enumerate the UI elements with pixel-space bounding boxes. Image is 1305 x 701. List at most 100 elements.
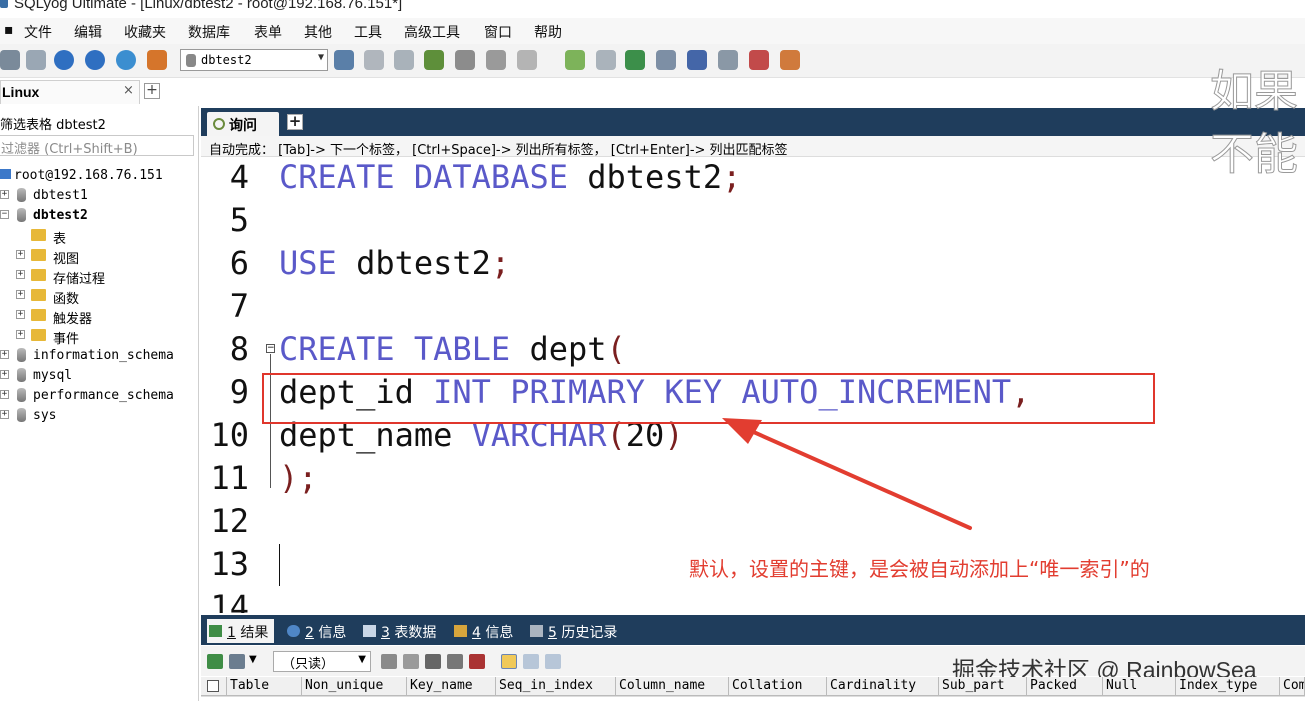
expand-icon[interactable]: + <box>16 330 25 339</box>
copy-icon[interactable] <box>229 654 245 669</box>
tree-item-functions[interactable]: + 函数 <box>0 286 199 307</box>
cancel-icon[interactable] <box>469 654 485 669</box>
tree-item-dbtest2[interactable]: − dbtest2 <box>0 206 199 226</box>
line-number: 12 <box>210 502 249 540</box>
profiler-icon[interactable] <box>718 50 738 70</box>
delete-icon[interactable] <box>447 654 463 669</box>
menu-item-help[interactable]: 帮助 <box>534 22 562 42</box>
export-icon[interactable] <box>207 654 223 669</box>
connection-tab[interactable]: Linux × <box>0 80 140 104</box>
tab-history[interactable]: 5 历史记录 <box>528 619 617 643</box>
close-icon[interactable]: × <box>123 83 134 98</box>
readonly-select[interactable]: （只读） ▼ <box>273 651 371 672</box>
tree-item-sys[interactable]: + sys <box>0 406 199 426</box>
new-database-icon[interactable] <box>364 50 384 70</box>
back-icon[interactable] <box>54 50 74 70</box>
menu-item-other[interactable]: 其他 <box>304 22 332 42</box>
checkbox-icon[interactable] <box>207 680 219 692</box>
duplicate-row-icon[interactable] <box>403 654 419 669</box>
forward-icon[interactable] <box>85 50 105 70</box>
grid-header-sub-part[interactable]: Sub_part <box>939 677 1027 696</box>
expand-icon[interactable]: + <box>16 250 25 259</box>
expand-icon[interactable]: + <box>0 370 9 379</box>
history-icon[interactable] <box>749 50 769 70</box>
menu-item-advanced-tools[interactable]: 高级工具 <box>404 22 460 42</box>
backup-icon[interactable] <box>424 50 444 70</box>
tab-results[interactable]: 1 结果 <box>207 619 275 643</box>
add-connection-button[interactable]: + <box>144 83 160 99</box>
tree-item-triggers[interactable]: + 触发器 <box>0 306 199 327</box>
tab-messages[interactable]: 2 信息 <box>285 619 346 643</box>
tree-item-views[interactable]: + 视图 <box>0 246 199 267</box>
text-view-icon[interactable] <box>545 654 561 669</box>
tree-item-procedures[interactable]: + 存储过程 <box>0 266 199 287</box>
collapse-icon[interactable]: − <box>0 210 9 219</box>
tree-item-tables[interactable]: 表 <box>0 226 199 247</box>
tree-item-dbtest1[interactable]: + dbtest1 <box>0 186 199 206</box>
tab-query[interactable]: 询问 <box>207 112 279 136</box>
menu-item-window[interactable]: 窗口 <box>484 22 512 42</box>
menu-item-table[interactable]: 表单 <box>254 22 282 42</box>
sql-keyword: CREATE <box>279 330 395 368</box>
grid-header-table[interactable]: Table <box>227 677 302 696</box>
menu-item-edit[interactable]: 编辑 <box>74 22 102 42</box>
menu-item-favorites[interactable]: 收藏夹 <box>124 22 166 42</box>
expand-icon[interactable]: + <box>16 270 25 279</box>
scheduler-icon[interactable] <box>656 50 676 70</box>
insert-row-icon[interactable] <box>381 654 397 669</box>
tree-item-mysql[interactable]: + mysql <box>0 366 199 386</box>
sql-identifier: dbtest2 <box>356 244 491 282</box>
grid-icon[interactable] <box>486 50 506 70</box>
grid-header-seq-in-index[interactable]: Seq_in_index <box>496 677 616 696</box>
chevron-down-icon[interactable]: ▼ <box>249 654 257 665</box>
sync-icon[interactable] <box>625 50 645 70</box>
tab-info[interactable]: 4 信息 <box>452 619 513 643</box>
folder-icon <box>31 289 46 301</box>
form-view-icon[interactable] <box>523 654 539 669</box>
expand-icon[interactable]: + <box>16 290 25 299</box>
schema-icon[interactable] <box>147 50 167 70</box>
grid-header-non-unique[interactable]: Non_unique <box>302 677 407 696</box>
table-row[interactable] <box>201 696 1305 701</box>
new-connection-icon[interactable] <box>0 50 20 70</box>
database-select[interactable]: dbtest2 ▼ <box>180 49 328 71</box>
menu-item-file[interactable]: 文件 <box>24 22 52 42</box>
grid-header-key-name[interactable]: Key_name <box>407 677 496 696</box>
grid-header-column-name[interactable]: Column_name <box>616 677 729 696</box>
table-icon[interactable] <box>455 50 475 70</box>
save-icon[interactable] <box>425 654 441 669</box>
expand-icon[interactable]: + <box>0 190 9 199</box>
grid-header-index-type[interactable]: Index_type <box>1176 677 1280 696</box>
tree-item-information-schema[interactable]: + information_schema <box>0 346 199 366</box>
menu-bar: ▪ 文件 编辑 收藏夹 数据库 表单 其他 工具 高级工具 窗口 帮助 <box>0 18 1305 44</box>
notify-icon[interactable] <box>780 50 800 70</box>
user-manager-icon[interactable] <box>334 50 354 70</box>
refresh-icon[interactable] <box>116 50 136 70</box>
expand-icon[interactable]: + <box>0 350 9 359</box>
query-builder-icon[interactable] <box>687 50 707 70</box>
grid-header-null[interactable]: Null <box>1103 677 1176 696</box>
schema-designer-icon[interactable] <box>517 50 537 70</box>
grid-header-comment[interactable]: Com <box>1280 677 1305 696</box>
grid-header-cardinality[interactable]: Cardinality <box>827 677 939 696</box>
expand-icon[interactable]: + <box>0 390 9 399</box>
grid-header-packed[interactable]: Packed <box>1027 677 1103 696</box>
menu-item-database[interactable]: 数据库 <box>188 22 230 42</box>
expand-icon[interactable]: + <box>16 310 25 319</box>
tree-item-performance-schema[interactable]: + performance_schema <box>0 386 199 406</box>
copy-database-icon[interactable] <box>394 50 414 70</box>
tree-root-connection[interactable]: root@192.168.76.151 <box>0 166 199 186</box>
import-icon[interactable] <box>565 50 585 70</box>
grid-select-all[interactable] <box>201 677 227 696</box>
grid-view-icon[interactable] <box>501 654 517 669</box>
filter-input[interactable]: 过滤器 (Ctrl+Shift+B) <box>0 135 194 156</box>
new-query-tab-button[interactable]: + <box>287 114 303 130</box>
fold-toggle-icon[interactable]: − <box>266 344 275 353</box>
grid-header-collation[interactable]: Collation <box>729 677 827 696</box>
connect-icon[interactable] <box>26 50 46 70</box>
export-icon[interactable] <box>596 50 616 70</box>
tree-item-events[interactable]: + 事件 <box>0 326 199 347</box>
menu-item-tools[interactable]: 工具 <box>354 22 382 42</box>
tab-table-data[interactable]: 3 表数据 <box>361 619 436 643</box>
expand-icon[interactable]: + <box>0 410 9 419</box>
